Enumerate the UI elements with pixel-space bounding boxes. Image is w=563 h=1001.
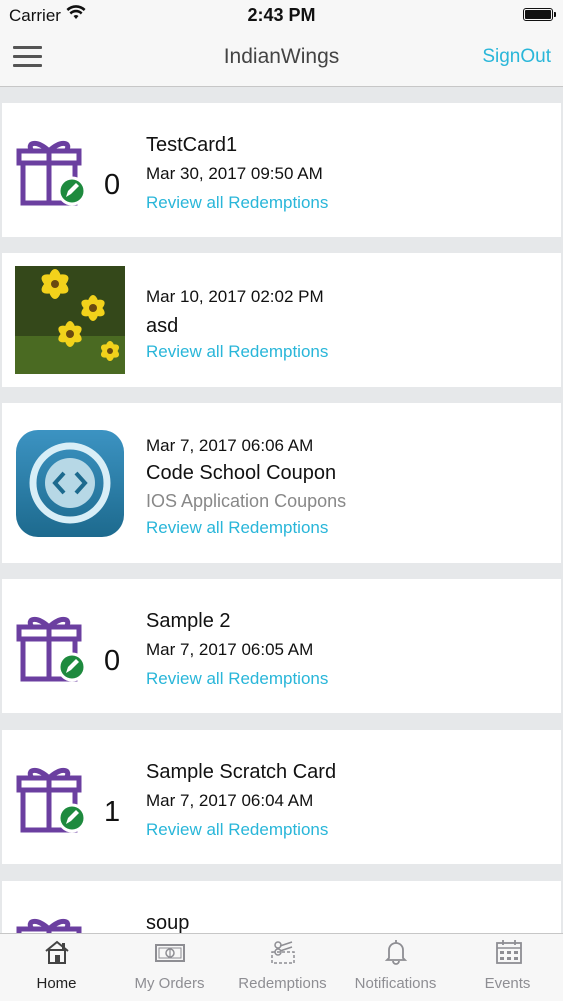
status-bar: Carrier 2:43 PM [0,0,563,30]
card-asd[interactable]: Mar 10, 2017 02:02 PM asd Review all Red… [2,253,561,387]
tab-label: Redemptions [238,975,327,992]
tab-redemptions[interactable]: Redemptions [226,934,339,1001]
card-subtitle: IOS Application Coupons [146,491,347,511]
review-redemptions-link[interactable]: Review all Redemptions [146,193,328,213]
status-time: 2:43 PM [247,5,316,25]
card-code-school-coupon[interactable]: Mar 7, 2017 06:06 AM Code School Coupon … [2,403,561,563]
card-title: Code School Coupon [146,462,337,484]
redemption-count: 0 [104,645,121,677]
money-icon [155,944,185,962]
redemption-count: 1 [104,796,121,828]
card-title: Sample 2 [146,610,231,632]
gift-icon [16,919,82,933]
review-redemptions-link[interactable]: Review all Redemptions [146,518,328,538]
home-icon [45,940,69,964]
tab-label: Events [484,975,531,992]
card-title: TestCard1 [146,134,238,156]
review-redemptions-link[interactable]: Review all Redemptions [146,669,328,689]
nav-bar: IndianWings SignOut [0,30,563,87]
signout-button[interactable]: SignOut [482,46,551,68]
tab-label: Home [36,975,77,992]
card-date: Mar 30, 2017 09:50 AM [146,164,323,183]
tab-label: My Orders [134,975,205,992]
tab-label: Notifications [354,975,437,992]
card-title: Sample Scratch Card [146,761,337,783]
redemption-count: 0 [104,169,121,201]
scissors-coupon-icon [271,941,295,964]
card-soup[interactable]: soup [2,881,561,933]
card-date: Mar 10, 2017 02:02 PM [146,287,324,306]
calendar-icon [496,940,522,964]
card-sample-2[interactable]: 0 Sample 2 Mar 7, 2017 06:05 AM Review a… [2,579,561,713]
gift-icon [16,768,86,833]
tab-bar: Home My Orders Redemptions Notifications [0,933,563,1001]
tab-notifications[interactable]: Notifications [339,934,452,1001]
bell-icon [384,940,408,965]
card-sample-scratch-card[interactable]: 1 Sample Scratch Card Mar 7, 2017 06:04 … [2,730,561,864]
review-redemptions-link[interactable]: Review all Redemptions [146,820,328,840]
tab-events[interactable]: Events [452,934,563,1001]
review-redemptions-link[interactable]: Review all Redemptions [146,342,328,362]
code-school-app-icon [16,430,124,537]
gift-icon [16,617,86,682]
tab-home[interactable]: Home [0,934,113,1001]
card-date: Mar 7, 2017 06:04 AM [146,791,314,810]
card-testcard1[interactable]: 0 TestCard1 Mar 30, 2017 09:50 AM Review… [2,103,561,237]
card-date: Mar 7, 2017 06:06 AM [146,436,314,455]
gift-icon [16,141,86,206]
flower-photo [15,266,125,374]
battery-icon [523,8,556,21]
card-date: Mar 7, 2017 06:05 AM [146,640,314,659]
card-list[interactable]: 0 TestCard1 Mar 30, 2017 09:50 AM Review… [0,87,563,933]
card-title: soup [146,912,190,933]
tab-my-orders[interactable]: My Orders [113,934,226,1001]
card-title: asd [146,315,179,337]
app-title: IndianWings [223,45,340,68]
